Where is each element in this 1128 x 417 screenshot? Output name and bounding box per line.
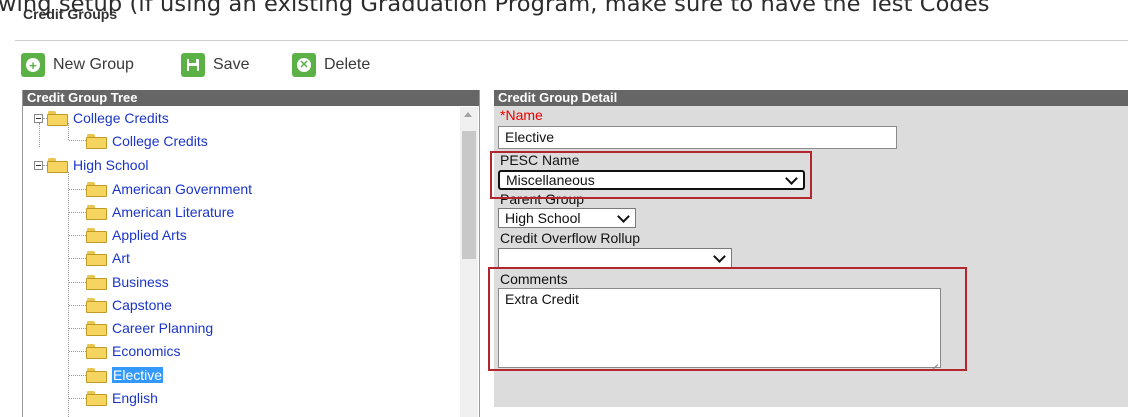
parent-group-value: High School	[505, 210, 581, 226]
tree-leaf-college-credits[interactable]: College Credits	[86, 130, 208, 152]
chevron-down-icon	[713, 250, 726, 263]
tree-leaf-label[interactable]: Business	[112, 274, 169, 290]
tree-leaf-american-literature[interactable]: American Literature	[86, 201, 234, 223]
toolbar: + New Group Save ✕ Delete	[16, 41, 1128, 89]
name-label-text: Name	[505, 107, 543, 123]
plus-icon: +	[21, 53, 45, 77]
credit-overflow-rollup-label: Credit Overflow Rollup	[500, 230, 641, 246]
tree-connector	[69, 328, 86, 329]
delete-x-icon: ✕	[292, 53, 316, 77]
tree-leaf-label[interactable]: American Government	[112, 181, 252, 197]
credit-group-tree-panel: Credit Group Tree College Credits Colleg…	[22, 90, 480, 417]
collapse-toggle-icon[interactable]	[34, 160, 43, 170]
pesc-name-highlight	[490, 151, 812, 199]
new-group-button[interactable]: + New Group	[21, 50, 134, 80]
parent-group-select[interactable]: High School	[498, 208, 636, 228]
delete-button[interactable]: ✕ Delete	[292, 50, 370, 80]
folder-icon	[86, 367, 107, 383]
folder-icon	[86, 390, 107, 406]
tree-connector	[69, 305, 86, 306]
comments-highlight	[488, 267, 967, 371]
folder-icon	[47, 110, 68, 126]
tree-connector	[69, 140, 86, 141]
tree-leaf-career-planning[interactable]: Career Planning	[86, 317, 213, 339]
save-label: Save	[213, 56, 250, 73]
tree-panel-header: Credit Group Tree	[23, 90, 479, 106]
tree-leaf-american-government[interactable]: American Government	[86, 178, 252, 200]
folder-icon	[86, 204, 107, 220]
folder-icon	[86, 133, 107, 149]
tree-node-label[interactable]: College Credits	[73, 110, 169, 126]
tree-leaf-art[interactable]: Art	[86, 247, 130, 269]
tree-leaf-label[interactable]: Career Planning	[112, 320, 213, 336]
tree-leaf-economics[interactable]: Economics	[86, 340, 180, 362]
tree-connector	[69, 212, 86, 213]
window-title: Credit Groups	[23, 6, 118, 22]
floppy-disk-icon	[181, 53, 205, 77]
credit-overflow-rollup-select[interactable]	[498, 248, 732, 268]
tree-connector	[69, 189, 86, 190]
tree-leaf-capstone[interactable]: Capstone	[86, 294, 172, 316]
tree-connector	[69, 375, 86, 376]
tree-scrollbar[interactable]	[460, 107, 478, 417]
tree-leaf-english[interactable]: English	[86, 387, 158, 409]
folder-icon	[86, 274, 107, 290]
collapse-toggle-icon[interactable]	[34, 113, 43, 123]
scroll-thumb[interactable]	[462, 131, 476, 259]
tree-leaf-applied-arts[interactable]: Applied Arts	[86, 224, 187, 246]
tree-connector	[69, 282, 86, 283]
tree-connector	[69, 398, 86, 399]
delete-label: Delete	[324, 56, 371, 73]
folder-icon	[86, 181, 107, 197]
folder-icon	[86, 343, 107, 359]
detail-panel-header: Credit Group Detail	[494, 90, 1128, 106]
folder-icon	[47, 157, 68, 173]
tree-leaf-label[interactable]: Elective	[112, 367, 164, 383]
chevron-down-icon	[617, 210, 630, 223]
new-group-label: New Group	[53, 56, 134, 73]
folder-icon	[86, 320, 107, 336]
tree-leaf-label[interactable]: Applied Arts	[112, 227, 187, 243]
tree-leaf-label[interactable]: Economics	[112, 343, 180, 359]
tree-connector	[69, 351, 86, 352]
name-input[interactable]: Elective	[498, 126, 897, 149]
tree-leaf-label[interactable]: English	[112, 390, 158, 406]
tree-leaf-label[interactable]: Art	[112, 250, 130, 266]
tree-leaf-label[interactable]: College Credits	[112, 133, 208, 149]
tree-leaf-label[interactable]: American Literature	[112, 204, 234, 220]
folder-icon	[86, 227, 107, 243]
tree-node-label[interactable]: High School	[73, 157, 149, 173]
tree-connector	[68, 172, 69, 417]
scroll-up-arrow-icon[interactable]	[464, 112, 472, 117]
name-field-label: *Name	[500, 107, 543, 123]
tree-connector	[69, 258, 86, 259]
tree-node-high-school[interactable]: High School	[34, 154, 149, 176]
tree-connector	[69, 235, 86, 236]
document-overlay-text: wing setup (if using an existing Graduat…	[0, 0, 990, 17]
folder-icon	[86, 250, 107, 266]
save-button[interactable]: Save	[181, 50, 249, 80]
tree-leaf-label[interactable]: Capstone	[112, 297, 172, 313]
folder-icon	[86, 297, 107, 313]
tree-leaf-business[interactable]: Business	[86, 271, 169, 293]
tree-node-college-credits[interactable]: College Credits	[34, 107, 169, 129]
tree-leaf-elective-selected[interactable]: Elective	[86, 364, 164, 386]
